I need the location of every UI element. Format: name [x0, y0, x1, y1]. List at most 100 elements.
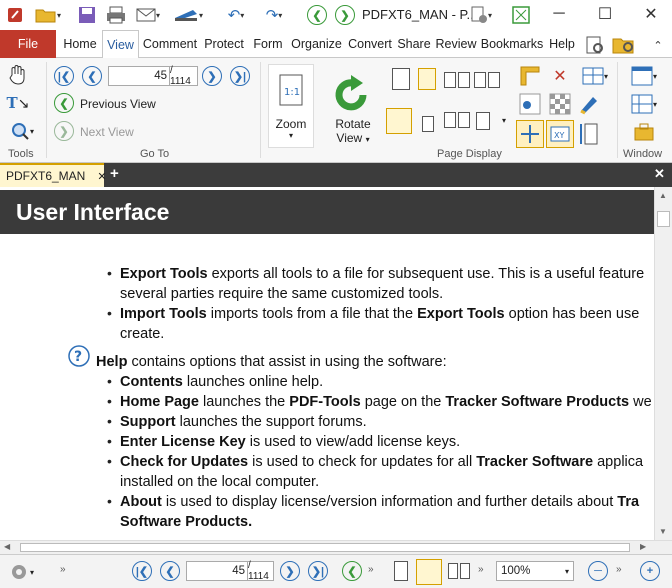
vertical-scroll-thumb[interactable]: [657, 211, 670, 227]
single-page-continuous-icon[interactable]: [418, 68, 436, 90]
tab-comment[interactable]: Comment: [140, 30, 200, 58]
scroll-right-icon[interactable]: ▶: [640, 542, 646, 551]
measure-icon[interactable]: ✕: [548, 64, 572, 88]
first-page-button[interactable]: |❮: [54, 66, 74, 86]
email-icon[interactable]: ▾: [132, 4, 164, 26]
split-window-icon[interactable]: ▾: [624, 92, 664, 116]
save-icon[interactable]: [76, 4, 98, 26]
fit-width-icon[interactable]: [386, 108, 412, 134]
find-document-icon[interactable]: [582, 34, 608, 56]
tab-convert[interactable]: Convert: [345, 30, 395, 58]
status-zoom-more-icon[interactable]: »: [616, 564, 622, 575]
scan-icon[interactable]: ▾: [168, 4, 208, 26]
select-text-icon[interactable]: T ↘: [4, 92, 32, 114]
transparency-grid-icon[interactable]: [548, 92, 572, 116]
right-to-left-icon[interactable]: [444, 112, 456, 128]
single-page-icon[interactable]: [392, 68, 410, 90]
rotate-view-button[interactable]: Rotate View ▾: [326, 66, 380, 150]
tab-review[interactable]: Review: [433, 30, 479, 58]
zoom-select[interactable]: 100% ▾: [496, 561, 574, 581]
page-display-more-icon[interactable]: ▾: [502, 116, 506, 125]
tab-home[interactable]: Home: [58, 30, 102, 58]
redo-icon[interactable]: ↷ ▾: [256, 4, 292, 26]
maximize-button[interactable]: ☐: [590, 3, 620, 25]
new-tab-icon[interactable]: +: [110, 165, 119, 182]
new-window-icon[interactable]: ▾: [624, 64, 664, 88]
status-back-button[interactable]: ❮: [342, 561, 362, 581]
tab-help[interactable]: Help: [545, 30, 579, 58]
separate-cover-icon[interactable]: [422, 116, 434, 132]
previous-page-button[interactable]: ❮: [82, 66, 102, 86]
status-more-nav-icon[interactable]: »: [368, 564, 374, 575]
fullscreen-icon[interactable]: [510, 4, 532, 26]
hand-tool-icon[interactable]: [6, 64, 28, 86]
tab-organize[interactable]: Organize: [289, 30, 344, 58]
document-view[interactable]: User Interface • Export Tools exports al…: [0, 187, 654, 540]
status-expand-icon[interactable]: »: [60, 564, 66, 575]
two-pages-continuous-icon[interactable]: [474, 72, 486, 88]
status-first-page-button[interactable]: |❮: [132, 561, 152, 581]
horizontal-scroll-thumb[interactable]: [20, 543, 630, 552]
open-folder-icon[interactable]: ▾: [34, 4, 62, 26]
color-pen-icon[interactable]: [576, 92, 600, 116]
pixel-grid-icon[interactable]: [518, 92, 542, 116]
status-prev-page-button[interactable]: ❮: [160, 561, 180, 581]
status-options-icon[interactable]: ▾: [8, 561, 48, 583]
collapse-ribbon-icon[interactable]: ⌃: [648, 34, 668, 56]
status-next-page-button[interactable]: ❯: [280, 561, 300, 581]
app-logo-icon[interactable]: [4, 4, 26, 26]
previous-view-button[interactable]: Previous View: [80, 97, 156, 111]
zoom-label: Zoom: [275, 116, 307, 131]
horizontal-scrollbar[interactable]: ◀ ▶: [0, 540, 672, 554]
tab-bookmarks[interactable]: Bookmarks: [479, 30, 545, 58]
tab-protect[interactable]: Protect: [200, 30, 248, 58]
next-view-icon[interactable]: ❯: [54, 121, 74, 141]
status-two-pages-continuous-icon[interactable]: [460, 563, 470, 579]
status-last-page-button[interactable]: ❯|: [308, 561, 328, 581]
chevron-down-icon: ▾: [564, 566, 569, 576]
document-tab[interactable]: PDFXT6_MAN ✕: [0, 163, 107, 187]
close-button[interactable]: ✕: [636, 3, 666, 25]
minimize-button[interactable]: ─: [544, 3, 574, 25]
forward-icon[interactable]: ❯: [334, 4, 356, 26]
scroll-up-icon[interactable]: ▲: [659, 191, 667, 200]
rulers-icon[interactable]: [518, 64, 542, 88]
tab-form[interactable]: Form: [249, 30, 287, 58]
vertical-scrollbar[interactable]: ▲ ▼: [654, 187, 672, 540]
tab-share[interactable]: Share: [395, 30, 433, 58]
tab-file[interactable]: File: [0, 30, 56, 58]
status-single-page-icon[interactable]: [394, 561, 408, 581]
status-two-pages-icon[interactable]: [448, 563, 458, 579]
page-size-icon[interactable]: [578, 120, 602, 148]
status-more-layout-icon[interactable]: »: [478, 564, 484, 575]
next-page-button[interactable]: ❯: [202, 66, 222, 86]
scroll-down-icon[interactable]: ▼: [659, 527, 667, 536]
zoom-button[interactable]: 1:1 Zoom ▾: [268, 64, 314, 148]
close-tab-icon[interactable]: ✕: [97, 170, 106, 183]
right-to-left-icon-b: [458, 112, 470, 128]
next-view-button[interactable]: Next View: [80, 125, 134, 139]
status-continuous-icon[interactable]: [416, 559, 442, 585]
settings-gear-icon[interactable]: ▾: [468, 4, 494, 26]
zoom-in-button[interactable]: +: [640, 561, 660, 581]
guides-icon[interactable]: [516, 120, 544, 148]
status-page-input[interactable]: 45: [186, 561, 248, 581]
zoom-tool-icon[interactable]: ▾: [4, 120, 40, 142]
find-folder-icon[interactable]: [610, 34, 638, 56]
scroll-left-icon[interactable]: ◀: [4, 542, 10, 551]
close-all-tabs-icon[interactable]: ✕: [654, 166, 665, 182]
undo-icon[interactable]: ↶ ▾: [218, 4, 254, 26]
back-icon[interactable]: ❮: [306, 4, 328, 26]
group-separator: [260, 62, 261, 158]
zoom-out-button[interactable]: ─: [588, 561, 608, 581]
tab-view[interactable]: View: [102, 30, 139, 59]
two-pages-icon[interactable]: [444, 72, 456, 88]
coordinates-icon[interactable]: XY: [546, 120, 574, 148]
print-icon[interactable]: [104, 4, 128, 26]
grid-layout-icon[interactable]: ▾: [576, 64, 614, 88]
split-view-icon[interactable]: [476, 112, 490, 130]
workspace-icon[interactable]: [624, 120, 664, 144]
previous-view-icon[interactable]: ❮: [54, 93, 74, 113]
last-page-button[interactable]: ❯|: [230, 66, 250, 86]
page-number-input[interactable]: 45: [108, 66, 170, 86]
